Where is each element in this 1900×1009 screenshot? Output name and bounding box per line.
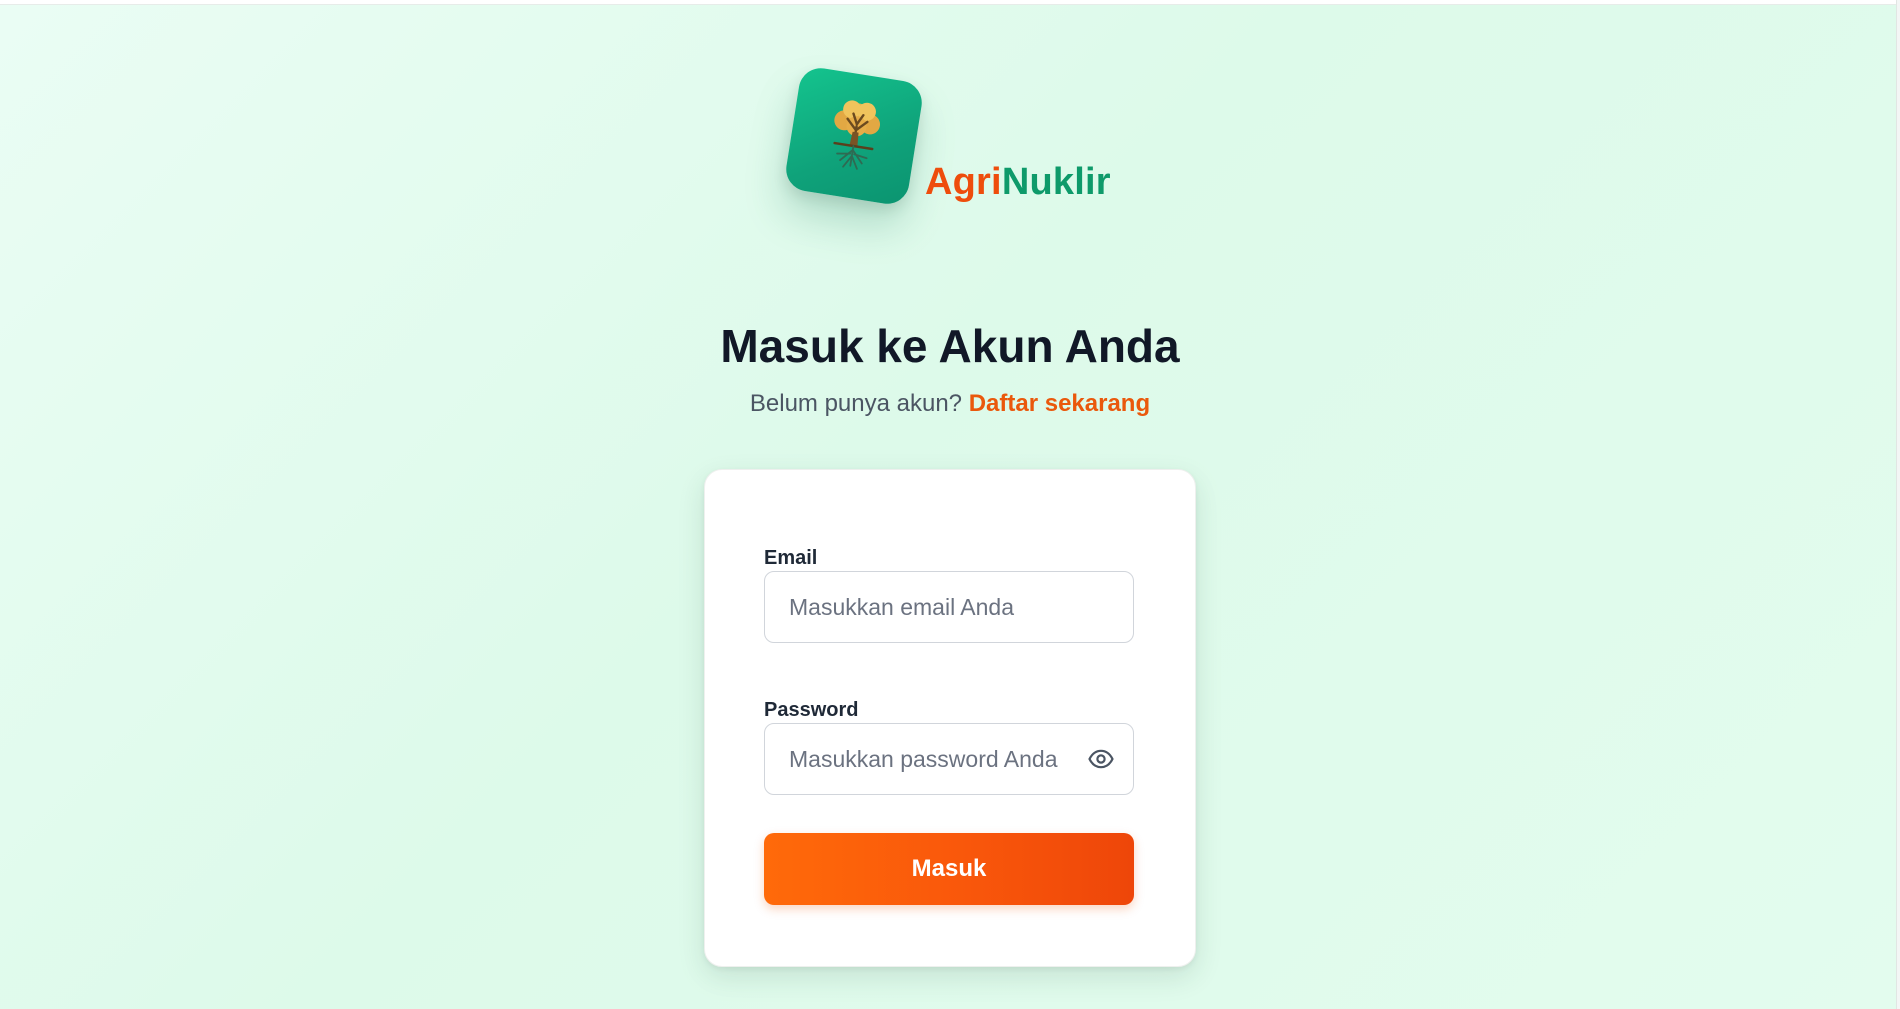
eye-icon <box>1088 749 1114 769</box>
window-scrollbar-edge <box>1896 0 1900 1009</box>
show-password-toggle[interactable] <box>1085 744 1117 774</box>
email-label: Email <box>764 547 818 569</box>
top-border <box>0 0 1900 5</box>
password-label: Password <box>764 699 859 721</box>
register-prompt: Belum punya akun? Daftar sekarang <box>0 389 1900 419</box>
page-title: Masuk ke Akun Anda <box>720 320 1180 372</box>
register-link[interactable]: Daftar sekarang <box>969 390 1150 417</box>
brand-name-part2: Nuklir <box>1001 161 1111 203</box>
app-logo <box>783 65 925 207</box>
login-button[interactable]: Masuk <box>764 833 1134 905</box>
login-card: Email Password Masuk <box>704 469 1196 967</box>
brand-name: AgriNuklir <box>925 158 1111 206</box>
tree-icon <box>833 100 881 170</box>
brand-name-part1: Agri <box>925 161 1002 203</box>
register-prompt-text: Belum punya akun? <box>749 390 963 417</box>
password-input[interactable] <box>764 723 1134 795</box>
email-input[interactable] <box>764 571 1134 643</box>
